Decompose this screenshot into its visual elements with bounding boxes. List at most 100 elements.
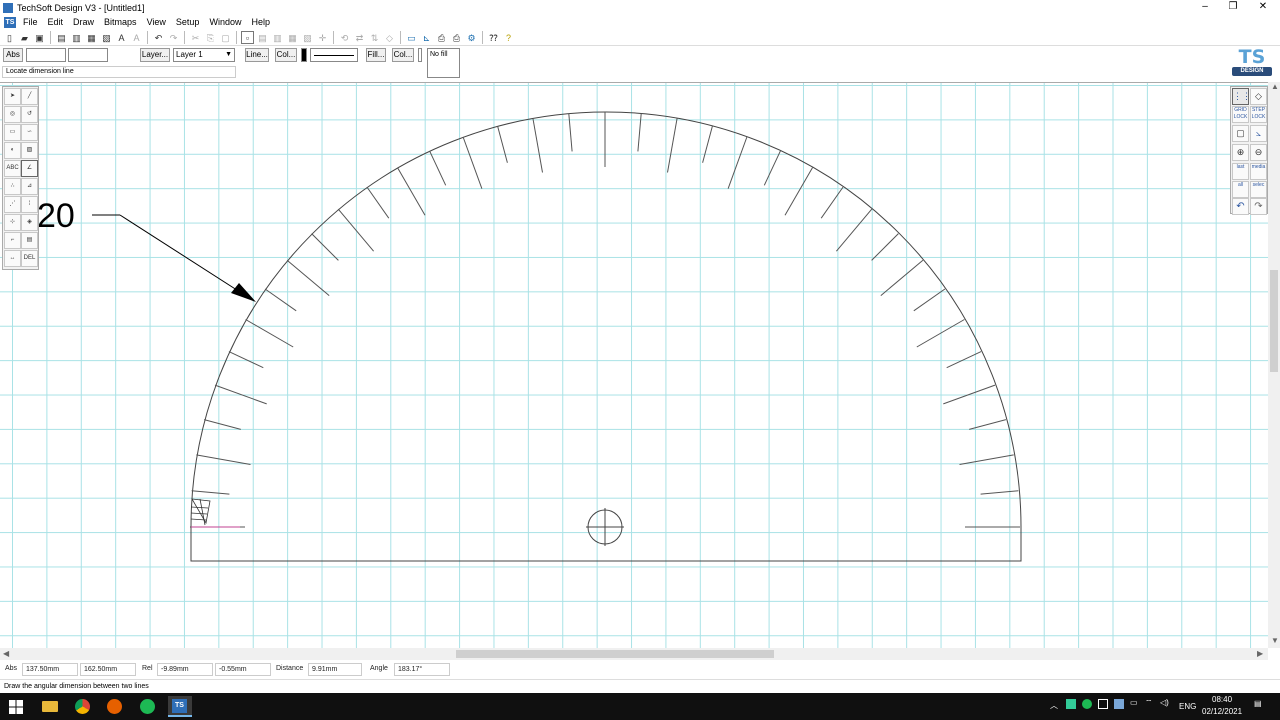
menu-window[interactable]: Window — [204, 17, 246, 27]
line-colour-button[interactable]: Col... — [275, 48, 297, 62]
line-colour-swatch[interactable] — [301, 48, 307, 62]
points-tool-icon[interactable]: ∴ — [4, 178, 21, 195]
file-explorer-icon[interactable] — [38, 696, 62, 717]
menu-help[interactable]: Help — [246, 17, 275, 27]
zoom-out-icon[interactable]: ⊖ — [1250, 144, 1267, 161]
tray-overflow-icon[interactable]: ︿ — [1050, 700, 1058, 711]
page-icon[interactable]: ▢ — [1232, 125, 1249, 142]
tray-network-icon[interactable]: ▭ — [1130, 698, 1138, 707]
dimension-tool-icon[interactable]: ⊿ — [21, 178, 38, 195]
save-icon[interactable]: ▣ — [33, 31, 46, 44]
ungroup-icon[interactable]: ▧ — [301, 31, 314, 44]
vertical-scroll-thumb[interactable] — [1270, 270, 1278, 372]
x-coordinate-field[interactable] — [26, 48, 66, 62]
abs-rel-toggle[interactable]: Abs — [3, 48, 23, 62]
tray-language[interactable]: ENG — [1179, 702, 1196, 711]
minimize-button[interactable]: – — [1190, 0, 1220, 15]
bin-icon[interactable]: ▤ — [21, 232, 38, 249]
grid-icon[interactable]: ⋮⋮ — [1232, 88, 1251, 105]
mirror-icon[interactable]: ⇄ — [353, 31, 366, 44]
step-lock-button[interactable]: STEP LOCK — [1250, 106, 1267, 123]
flip-icon[interactable]: ⇅ — [368, 31, 381, 44]
zoom-media-button[interactable]: media — [1250, 163, 1267, 180]
techsoft-taskbar-icon[interactable]: TS — [168, 696, 192, 717]
context-help-icon[interactable]: ⁇ — [487, 31, 500, 44]
angle-lock-icon[interactable]: ⦣ — [1250, 125, 1267, 142]
chrome-icon[interactable] — [71, 696, 95, 717]
zoom-in-icon[interactable]: ⊕ — [1232, 144, 1249, 161]
tray-date[interactable]: 02/12/2021 — [1202, 707, 1242, 716]
menu-setup[interactable]: Setup — [171, 17, 205, 27]
line-thickness-select[interactable] — [310, 48, 358, 62]
spotify-icon[interactable] — [136, 696, 160, 717]
align-icon[interactable]: ▤ — [256, 31, 269, 44]
export-icon[interactable]: ▥ — [70, 31, 83, 44]
copy-icon[interactable]: ⎘ — [204, 31, 217, 44]
cut-icon[interactable]: ✂ — [189, 31, 202, 44]
fill-button[interactable]: Fill... — [366, 48, 386, 62]
zoom-last-button[interactable]: last — [1232, 163, 1249, 180]
distribute-icon[interactable]: ▥ — [271, 31, 284, 44]
scroll-left-icon[interactable]: ◀ — [3, 649, 9, 658]
layer-button[interactable]: Layer... — [140, 48, 170, 62]
line-tool-icon[interactable]: ╱ — [21, 88, 38, 105]
dimension-label[interactable]: 20 — [37, 197, 75, 236]
corner-icon[interactable]: ⌐ — [4, 232, 21, 249]
hatch-tool-icon[interactable]: ▨ — [21, 142, 38, 159]
y-coordinate-field[interactable] — [68, 48, 108, 62]
firefox-icon[interactable] — [103, 696, 127, 717]
horizontal-scroll-thumb[interactable] — [456, 650, 774, 658]
delete-tool[interactable]: DEL — [21, 250, 38, 267]
select-frame-icon[interactable]: ▫ — [241, 30, 254, 44]
vertical-scrollbar[interactable]: ▲ ▼ — [1268, 82, 1280, 648]
redo-icon[interactable]: ↷ — [167, 31, 180, 44]
rotate-icon[interactable]: ⟲ — [338, 31, 351, 44]
select-arrow-icon[interactable]: ➤ — [4, 88, 21, 105]
drawing-canvas[interactable]: 20 — [0, 82, 1268, 648]
node-edit-icon[interactable]: ⋰ — [4, 196, 21, 213]
angular-dimension-icon[interactable]: ∠ — [21, 160, 38, 177]
tray-cloud-icon[interactable] — [1114, 699, 1124, 709]
tray-volume-icon[interactable]: ◁) — [1160, 698, 1169, 707]
rectangle-tool-icon[interactable]: ▭ — [4, 124, 21, 141]
menu-edit[interactable]: Edit — [43, 17, 69, 27]
undo-view-icon[interactable]: ↶ — [1232, 198, 1249, 215]
cutter-icon[interactable]: ⚙ — [465, 31, 478, 44]
redo-view-icon[interactable]: ↷ — [1250, 198, 1267, 215]
menu-draw[interactable]: Draw — [68, 17, 99, 27]
tray-wifi-icon[interactable]: ⌔ — [1145, 698, 1153, 708]
tray-app-icon[interactable] — [1098, 699, 1108, 709]
tray-drive-icon[interactable] — [1066, 699, 1076, 709]
menu-file[interactable]: File — [18, 17, 43, 27]
arc-tool-icon[interactable]: ↺ — [21, 106, 38, 123]
windows-start-icon[interactable] — [8, 699, 24, 715]
zoom-select-button[interactable]: selec — [1250, 181, 1267, 198]
print-preview-icon[interactable]: ▤ — [55, 31, 68, 44]
curve-tool-icon[interactable]: ∽ — [21, 124, 38, 141]
restore-button[interactable]: ❐ — [1218, 0, 1248, 15]
tray-time[interactable]: 08:40 — [1212, 695, 1232, 704]
transform-icon[interactable]: ◇ — [383, 31, 396, 44]
scroll-down-icon[interactable]: ▼ — [1271, 636, 1279, 645]
grid-lock-button[interactable]: GRID LOCK — [1232, 106, 1249, 123]
node-select-icon[interactable]: ⁞ — [21, 196, 38, 213]
snap-magnet-icon[interactable]: ◇ — [1250, 88, 1267, 105]
undo-icon[interactable]: ↶ — [152, 31, 165, 44]
picture-icon[interactable]: ▧ — [100, 31, 113, 44]
paste-icon[interactable]: ▢ — [219, 31, 232, 44]
notifications-icon[interactable]: ▤ — [1254, 699, 1262, 708]
measure-icon[interactable]: ↔ — [4, 250, 21, 267]
fill-colour-swatch[interactable] — [418, 48, 422, 62]
mdi-icon[interactable]: TS — [4, 16, 16, 28]
help-bulb-icon[interactable]: ? — [502, 31, 515, 44]
close-button[interactable]: ✕ — [1248, 0, 1278, 15]
scroll-up-icon[interactable]: ▲ — [1271, 82, 1279, 91]
horizontal-scrollbar[interactable]: ◀ ▶ — [0, 648, 1268, 660]
center-icon[interactable]: ✛ — [316, 31, 329, 44]
scroll-right-icon[interactable]: ▶ — [1257, 649, 1263, 658]
text-tool[interactable]: ABC — [4, 160, 21, 177]
layer-select[interactable]: Layer 1 ▼ — [173, 48, 235, 62]
menu-view[interactable]: View — [142, 17, 171, 27]
zoom-all-button[interactable]: all — [1232, 181, 1249, 198]
eraser-icon[interactable]: ◈ — [21, 214, 38, 231]
